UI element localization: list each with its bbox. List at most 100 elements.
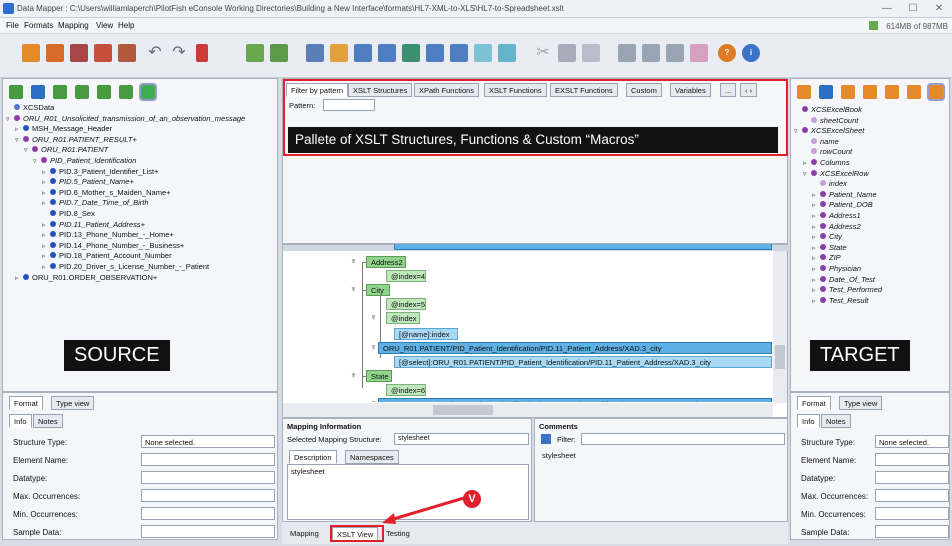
- target-tree-node[interactable]: name: [794, 137, 950, 148]
- source-tree-node[interactable]: ▹ PID.6_Mother_s_Maiden_Name+: [6, 188, 278, 199]
- target-add-icon[interactable]: [797, 85, 811, 99]
- help-icon[interactable]: ?: [718, 44, 736, 62]
- menu-formats[interactable]: Formats: [24, 21, 53, 30]
- xslt-node[interactable]: ORU_R01.PATIENT/PID_Patient_Identificati…: [378, 342, 772, 354]
- source-tree-node[interactable]: ▹ MSH_Message_Header: [6, 124, 278, 135]
- target-search-icon[interactable]: [819, 85, 833, 99]
- target-select-icon[interactable]: [927, 83, 945, 101]
- expand-toggle-icon[interactable]: ▹: [15, 274, 23, 285]
- pin-icon[interactable]: [196, 44, 208, 62]
- source-tree-node[interactable]: ▿ ORU_R01.PATIENT: [6, 145, 278, 156]
- vertical-scroll-thumb[interactable]: [775, 345, 785, 369]
- undo-icon[interactable]: ↶: [146, 44, 164, 62]
- source-tree-node[interactable]: PID.8_Sex: [6, 209, 278, 220]
- align-right-icon[interactable]: [666, 44, 684, 62]
- target-tab-format[interactable]: Format: [797, 396, 831, 410]
- collapse-pin-icon[interactable]: ♆: [350, 284, 357, 294]
- export-icon[interactable]: [118, 44, 136, 62]
- maximize-button[interactable]: ☐: [902, 2, 924, 15]
- add-target-icon[interactable]: [270, 44, 288, 62]
- tree-icon[interactable]: [402, 44, 420, 62]
- menu-mapping[interactable]: Mapping: [58, 21, 89, 30]
- target-tab-notes[interactable]: Notes: [821, 414, 851, 428]
- target-tree-node[interactable]: ▹ ZIP: [794, 253, 950, 264]
- xslt-node[interactable]: Address2: [366, 256, 406, 268]
- paste-icon[interactable]: [582, 44, 600, 62]
- target-tree-node[interactable]: ▹ Test_Result: [794, 296, 950, 307]
- collapse-pin-icon[interactable]: ♆: [350, 256, 357, 266]
- source-tree-node[interactable]: ▹ PID.20_Driver_s_License_Number_-_Patien…: [6, 262, 278, 273]
- target-tree-node[interactable]: ▿ XCSExcelRow: [794, 169, 950, 180]
- source-table-icon[interactable]: [75, 85, 89, 99]
- source-import-icon[interactable]: [97, 85, 111, 99]
- target-tree-node[interactable]: sheetCount: [794, 116, 950, 127]
- color-icon[interactable]: [690, 44, 708, 62]
- target-tab-type-view[interactable]: Type view: [839, 396, 883, 410]
- open-icon[interactable]: [46, 44, 64, 62]
- list-icon[interactable]: [426, 44, 444, 62]
- expand-toggle-icon[interactable]: ▹: [812, 297, 820, 308]
- view-icon[interactable]: [450, 44, 468, 62]
- grid-icon[interactable]: [354, 44, 372, 62]
- source-tree-node[interactable]: ▿ ORU_R01_Unsolicited_transmission_of_an_…: [6, 114, 278, 125]
- target-tree-node[interactable]: ▹ Date_Of_Test: [794, 275, 950, 286]
- target-tree-node[interactable]: ▹ Columns: [794, 158, 950, 169]
- vertical-scrollbar[interactable]: [773, 251, 787, 403]
- target-tree-node[interactable]: ▹ Patient_DOB: [794, 200, 950, 211]
- align-left-icon[interactable]: [618, 44, 636, 62]
- target-tree-node[interactable]: ▹ Address2: [794, 222, 950, 233]
- source-tab-format[interactable]: Format: [9, 396, 43, 410]
- tab-testing[interactable]: Testing: [382, 527, 414, 541]
- collapse-pin-icon[interactable]: ♆: [350, 370, 357, 380]
- table-icon[interactable]: [378, 44, 396, 62]
- connect-icon[interactable]: [330, 44, 348, 62]
- target-tree-node[interactable]: ▹ City: [794, 232, 950, 243]
- xslt-node[interactable]: State: [366, 370, 392, 382]
- xslt-node[interactable]: City: [366, 284, 390, 296]
- target-tree-node[interactable]: ▹ Test_Performed: [794, 285, 950, 296]
- menu-view[interactable]: View: [96, 21, 113, 30]
- source-tab-type-view[interactable]: Type view: [51, 396, 95, 410]
- tab-description[interactable]: Description: [289, 450, 337, 464]
- align-center-icon[interactable]: [642, 44, 660, 62]
- source-tab-notes[interactable]: Notes: [33, 414, 63, 428]
- xslt-node[interactable]: @index=6: [386, 384, 426, 396]
- source-tree-node[interactable]: ▹ ORU_R01.ORDER_OBSERVATION+: [6, 273, 278, 284]
- redo-icon[interactable]: ↷: [170, 44, 188, 62]
- source-tree-node[interactable]: ▹ PID.13_Phone_Number_-_Home+: [6, 230, 278, 241]
- xslt-node[interactable]: [@select]:ORU_R01.PATIENT/PID_Patient_Id…: [394, 356, 772, 368]
- tab-namespaces[interactable]: Namespaces: [345, 450, 399, 464]
- source-tree-node[interactable]: XCSData: [6, 103, 278, 114]
- xslt-node[interactable]: [@name]:index: [394, 328, 458, 340]
- target-tree-node[interactable]: ▹ Address1: [794, 211, 950, 222]
- target-tree-node[interactable]: ▹ State: [794, 243, 950, 254]
- copy-icon[interactable]: [558, 44, 576, 62]
- target-tree-node[interactable]: ▿ XCSExcelSheet: [794, 126, 950, 137]
- collapse-pin-icon[interactable]: ♆: [370, 312, 377, 322]
- xslt-node[interactable]: @index=4: [386, 270, 426, 282]
- menu-file[interactable]: File: [6, 21, 19, 30]
- filter-icon[interactable]: [474, 44, 492, 62]
- target-tree-node[interactable]: rowCount: [794, 147, 950, 158]
- garbage-collect-icon[interactable]: [869, 21, 879, 30]
- settings-icon[interactable]: [498, 44, 516, 62]
- source-tree-node[interactable]: ▹ PID.7_Date_Time_of_Birth: [6, 198, 278, 209]
- source-tree-node[interactable]: ▹ PID.14_Phone_Number_-_Business+: [6, 241, 278, 252]
- source-doc-icon[interactable]: [53, 85, 67, 99]
- new-map-icon[interactable]: [22, 44, 40, 62]
- xslt-node[interactable]: @index=5: [386, 298, 426, 310]
- target-tree-node[interactable]: index: [794, 179, 950, 190]
- save-icon[interactable]: [70, 44, 88, 62]
- xslt-node[interactable]: ORU_R01.PATIENT/PID_Patient_Identificati…: [378, 398, 772, 402]
- xslt-node-clipped[interactable]: [394, 244, 772, 250]
- menu-help[interactable]: Help: [118, 21, 134, 30]
- target-table-icon[interactable]: [863, 85, 877, 99]
- close-button[interactable]: ✕: [928, 2, 950, 15]
- source-add-icon[interactable]: [9, 85, 23, 99]
- filter-icon[interactable]: [541, 434, 551, 444]
- source-tree-node[interactable]: ▿ PID_Patient_Identification: [6, 156, 278, 167]
- xslt-node[interactable]: @index: [386, 312, 420, 324]
- source-tree-node[interactable]: ▹ PID.5_Patient_Name+: [6, 177, 278, 188]
- add-source-icon[interactable]: [246, 44, 264, 62]
- target-tree-node[interactable]: XCSExcelBook: [794, 105, 950, 116]
